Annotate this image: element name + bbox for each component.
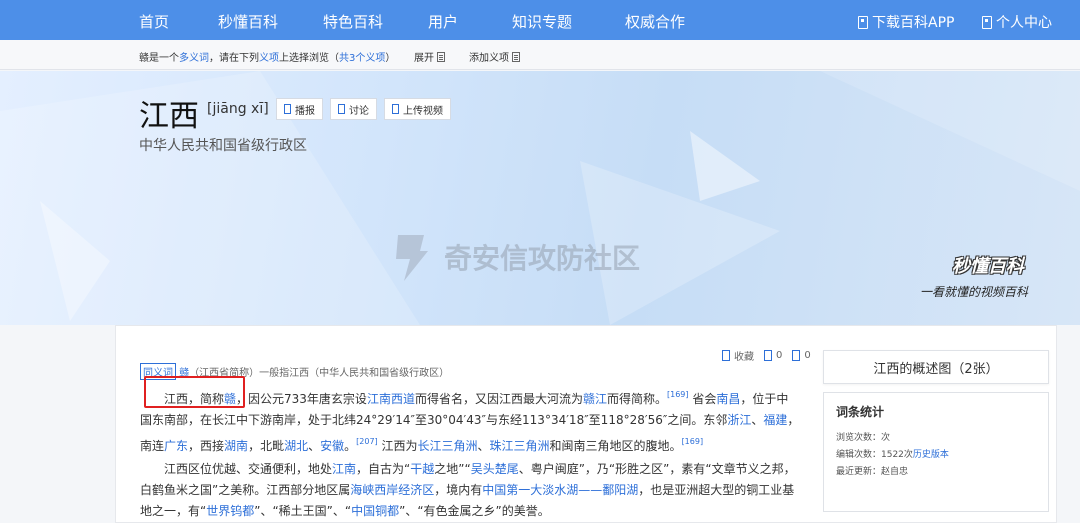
phone-icon	[858, 15, 868, 29]
share-icon	[792, 350, 801, 361]
polysemy-bar: 赣是一个多义词，请在下列义项上选择浏览（共3个义项） 展开 添加义项	[0, 40, 1080, 70]
link-jiangnanxidao[interactable]: 江南西道	[367, 392, 415, 406]
history-link[interactable]: 历史版本	[913, 450, 949, 460]
citation-169b[interactable]: [169]	[682, 437, 704, 446]
brand-slogan: 一看就懂的视频百科	[920, 285, 1029, 299]
link-fujian[interactable]: 福建	[763, 413, 787, 427]
discuss-button[interactable]: 讨论	[330, 98, 377, 120]
add-icon	[512, 52, 520, 62]
sense-count-link[interactable]: 共3个义项	[339, 53, 385, 64]
entry-title: 江西	[139, 99, 199, 134]
link-ganjiang[interactable]: 赣江	[583, 392, 607, 406]
polysemy-link[interactable]: 多义词	[179, 53, 209, 64]
link-poyang-lake[interactable]: 中国第一大淡水湖——鄱阳湖	[482, 483, 638, 497]
thumb-up-icon	[764, 350, 772, 361]
last-update: 最近更新：赵自忠	[836, 467, 909, 477]
overview-image-button[interactable]: 江西的概述图（2张）	[823, 350, 1049, 384]
link-tungsten-capital[interactable]: 世界钨都	[206, 504, 254, 518]
link-jiangnan[interactable]: 江南	[332, 462, 356, 476]
upload-video-button[interactable]: 上传视频	[384, 98, 451, 120]
watermark: 奇安信攻防社区	[390, 231, 640, 283]
nav-knowledge-topics[interactable]: 知识专题	[512, 11, 572, 32]
entry-pinyin: [jiāng xī]	[207, 101, 269, 117]
nav-featured-baike[interactable]: 特色百科	[323, 11, 383, 32]
star-icon	[722, 350, 730, 361]
link-west-strait-zone[interactable]: 海峡西岸经济区	[350, 483, 434, 497]
broadcast-button[interactable]: 播报	[276, 98, 323, 120]
expand-icon	[437, 52, 445, 62]
highlight-box	[144, 376, 245, 408]
content-area: 同义词 赣（江西省简称）一般指江西（中华人民共和国省级行政区） 收藏 0 0 江…	[115, 325, 1057, 523]
speaker-icon	[284, 104, 291, 114]
lightning-shield-icon	[396, 235, 428, 281]
nav-video-baike[interactable]: 秒懂百科	[218, 11, 278, 32]
add-sense-button[interactable]: 添加义项	[469, 49, 520, 64]
stats-title: 词条统计	[836, 405, 885, 419]
link-yangtze-delta[interactable]: 长江三角洲	[418, 439, 478, 453]
link-copper-capital[interactable]: 中国铜都	[351, 504, 399, 518]
comment-icon	[338, 104, 345, 114]
upload-icon	[392, 104, 399, 114]
polysemy-notice: 赣是一个多义词，请在下列义项上选择浏览（共3个义项）	[139, 53, 396, 64]
personal-center-link[interactable]: 个人中心	[982, 12, 1052, 32]
like-button[interactable]: 0	[764, 350, 782, 361]
sidebar: 江西的概述图（2张） 词条统计 浏览次数：次 编辑次数：1522次历史版本 最近…	[823, 350, 1049, 512]
brand-logo: 秒懂百科	[952, 256, 1024, 277]
link-zhejiang[interactable]: 浙江	[727, 413, 751, 427]
citation-169[interactable]: [169]	[667, 390, 689, 399]
share-button[interactable]: 0	[792, 350, 811, 361]
link-anhui[interactable]: 安徽	[320, 439, 344, 453]
views-count: 浏览次数：次	[836, 433, 891, 443]
entry-banner: 江西 [jiāng xī] 播报 讨论 上传视频 中华人民共和国省级行政区 奇安…	[0, 71, 1080, 325]
link-hunan[interactable]: 湖南	[224, 439, 248, 453]
paragraph-2: 江西区位优越、交通便利，地处江南，自古为“干越之地”“吴头楚尾、粤户闽庭”，乃“…	[140, 462, 796, 518]
sense-link[interactable]: 义项	[259, 53, 279, 64]
link-hubei[interactable]: 湖北	[284, 439, 308, 453]
nav-authority[interactable]: 权威合作	[625, 11, 685, 32]
entry-actions: 收藏 0 0	[722, 348, 811, 363]
nav-home[interactable]: 首页	[139, 11, 169, 32]
top-nav: 首页 秒懂百科 特色百科 用户 知识专题 权威合作 下载百科APP 个人中心	[0, 0, 1080, 40]
link-guangdong[interactable]: 广东	[164, 439, 188, 453]
user-icon	[982, 15, 992, 29]
expand-button[interactable]: 展开	[414, 49, 445, 64]
nav-user[interactable]: 用户	[428, 11, 458, 32]
link-pearl-delta[interactable]: 珠江三角洲	[490, 439, 550, 453]
link-ganyue[interactable]: 干越	[410, 462, 434, 476]
citation-207[interactable]: [207]	[356, 437, 378, 446]
link-nanchang[interactable]: 南昌	[716, 392, 740, 406]
entry-stats: 词条统计 浏览次数：次 编辑次数：1522次历史版本 最近更新：赵自忠	[823, 392, 1049, 512]
entry-subtitle: 中华人民共和国省级行政区	[139, 138, 307, 154]
collect-button[interactable]: 收藏	[722, 348, 754, 363]
link-wutouchuwei[interactable]: 吴头楚尾	[471, 462, 519, 476]
edits-count: 编辑次数：1522次历史版本	[836, 450, 949, 460]
download-app-link[interactable]: 下载百科APP	[858, 12, 954, 32]
